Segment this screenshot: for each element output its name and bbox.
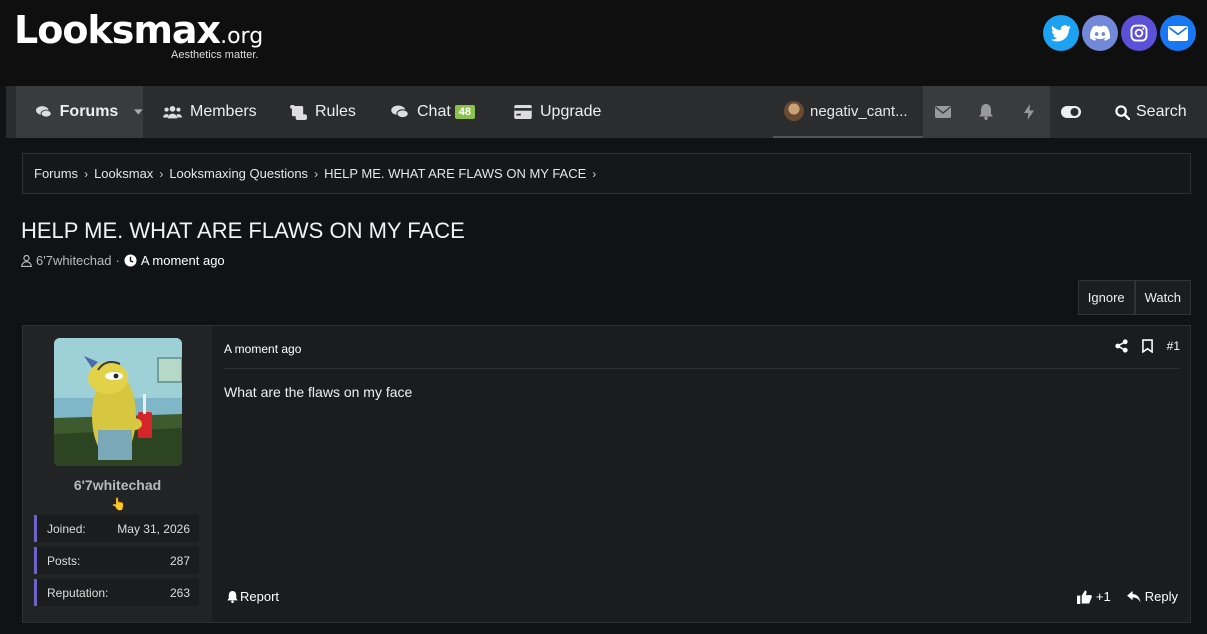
reply-icon — [1126, 590, 1141, 603]
tab-chat-label: Chat — [417, 103, 451, 120]
post-time[interactable]: A moment ago — [224, 342, 301, 356]
meta-separator: · — [115, 253, 120, 268]
users-icon — [163, 105, 182, 119]
reply-label: Reply — [1144, 589, 1178, 604]
tab-rules-label: Rules — [315, 103, 356, 120]
site-logo[interactable]: Looksmax.org Aesthetics matter. — [14, 8, 263, 61]
like-button[interactable]: +1 — [1076, 589, 1111, 604]
chat-icon — [391, 105, 409, 119]
breadcrumb: Forums › Looksmax › Looksmaxing Question… — [22, 153, 1191, 194]
report-label: Report — [240, 589, 280, 604]
stat-label: Posts: — [47, 553, 81, 568]
thread-time[interactable]: A moment ago — [141, 253, 225, 268]
post-footer-actions: +1 Reply — [1076, 589, 1178, 604]
user-avatar[interactable] — [54, 338, 182, 466]
post-body: What are the flaws on my face — [224, 384, 413, 400]
comments-icon — [36, 106, 52, 118]
thread-actions: Ignore Watch — [1077, 280, 1191, 315]
thread-meta: 6'7whitechad · A moment ago — [21, 253, 225, 268]
tab-forums-label: Forums — [59, 103, 119, 120]
bell-icon[interactable] — [976, 102, 996, 122]
thumbs-up-icon — [1076, 589, 1092, 604]
chevron-down-icon[interactable] — [134, 109, 143, 115]
like-count: +1 — [1095, 589, 1111, 604]
account-username: negativ_cant... — [810, 102, 908, 120]
twitter-icon[interactable] — [1043, 15, 1079, 51]
thread-author[interactable]: 6'7whitechad — [36, 253, 111, 268]
report-button[interactable]: Report — [227, 589, 279, 604]
breadcrumb-item-looksmax[interactable]: Looksmax — [94, 166, 153, 181]
breadcrumb-item-forums[interactable]: Forums — [34, 166, 78, 181]
post-main: A moment ago #1 What are the flaws on my… — [224, 326, 1180, 622]
style-toggle-icon[interactable] — [1061, 102, 1081, 122]
watch-button[interactable]: Watch — [1134, 280, 1191, 315]
chevron-right-icon: › — [159, 166, 164, 181]
user-icon — [21, 254, 32, 267]
divider — [224, 368, 1180, 369]
tab-members-label: Members — [190, 103, 257, 120]
stat-posts: Posts: 287 — [34, 547, 199, 574]
scroll-icon — [290, 104, 307, 120]
post-username[interactable]: 6'7whitechad — [23, 477, 212, 493]
post-actions-top: #1 — [1115, 339, 1180, 353]
bell-icon — [227, 590, 238, 603]
tab-members[interactable]: Members — [163, 86, 257, 138]
chevron-right-icon: › — [592, 166, 597, 181]
breadcrumb-item-thread[interactable]: HELP ME. WHAT ARE FLAWS ON MY FACE — [324, 166, 586, 181]
tab-forums[interactable]: Forums — [16, 86, 143, 138]
stat-value: 263 — [169, 585, 190, 600]
post-user-panel: 6'7whitechad 👆 Joined: May 31, 2026 Post… — [23, 326, 212, 622]
chevron-right-icon: › — [84, 166, 89, 181]
social-links — [1043, 15, 1196, 51]
avatar — [784, 101, 804, 121]
page-title: HELP ME. WHAT ARE FLAWS ON MY FACE — [21, 218, 465, 243]
stat-value[interactable]: 287 — [170, 554, 190, 568]
stat-joined: Joined: May 31, 2026 — [34, 515, 199, 542]
search-icon — [1115, 104, 1130, 120]
main-navbar: Forums Members Rules Chat 48 Upgrade neg… — [6, 86, 1207, 138]
account-menu[interactable]: negativ_cant... — [773, 86, 923, 138]
tab-chat[interactable]: Chat 48 — [391, 86, 476, 138]
credit-card-icon — [514, 105, 532, 119]
stat-label: Joined: — [47, 521, 86, 536]
search-label: Search — [1136, 103, 1187, 120]
stat-value: May 31, 2026 — [117, 521, 190, 536]
clock-icon — [124, 254, 137, 267]
tab-rules[interactable]: Rules — [290, 86, 356, 138]
bolt-icon[interactable] — [1019, 102, 1039, 122]
envelope-icon[interactable] — [933, 102, 953, 122]
bookmark-icon[interactable] — [1141, 339, 1153, 353]
ignore-button[interactable]: Ignore — [1077, 280, 1135, 315]
search-button[interactable]: Search — [1115, 86, 1187, 138]
stat-reputation: Reputation: 263 — [34, 579, 199, 606]
post: 6'7whitechad 👆 Joined: May 31, 2026 Post… — [22, 325, 1191, 623]
email-icon[interactable] — [1160, 15, 1196, 51]
breadcrumb-item-looksmaxing-questions[interactable]: Looksmaxing Questions — [169, 166, 308, 181]
user-flair: 👆 — [111, 497, 126, 511]
discord-icon[interactable] — [1082, 15, 1118, 51]
share-icon[interactable] — [1115, 339, 1128, 353]
logo-tagline: Aesthetics matter. — [171, 49, 259, 61]
post-number[interactable]: #1 — [1167, 339, 1180, 353]
stat-label: Reputation: — [47, 585, 109, 600]
reply-button[interactable]: Reply — [1126, 589, 1178, 604]
instagram-icon[interactable] — [1121, 15, 1157, 51]
tab-upgrade[interactable]: Upgrade — [514, 86, 601, 138]
site-header: Looksmax.org Aesthetics matter. — [0, 0, 1207, 86]
chat-count-badge: 48 — [454, 105, 476, 119]
tab-upgrade-label: Upgrade — [540, 103, 602, 120]
nav-icon-bar — [923, 86, 1050, 138]
chevron-right-icon: › — [314, 166, 319, 181]
